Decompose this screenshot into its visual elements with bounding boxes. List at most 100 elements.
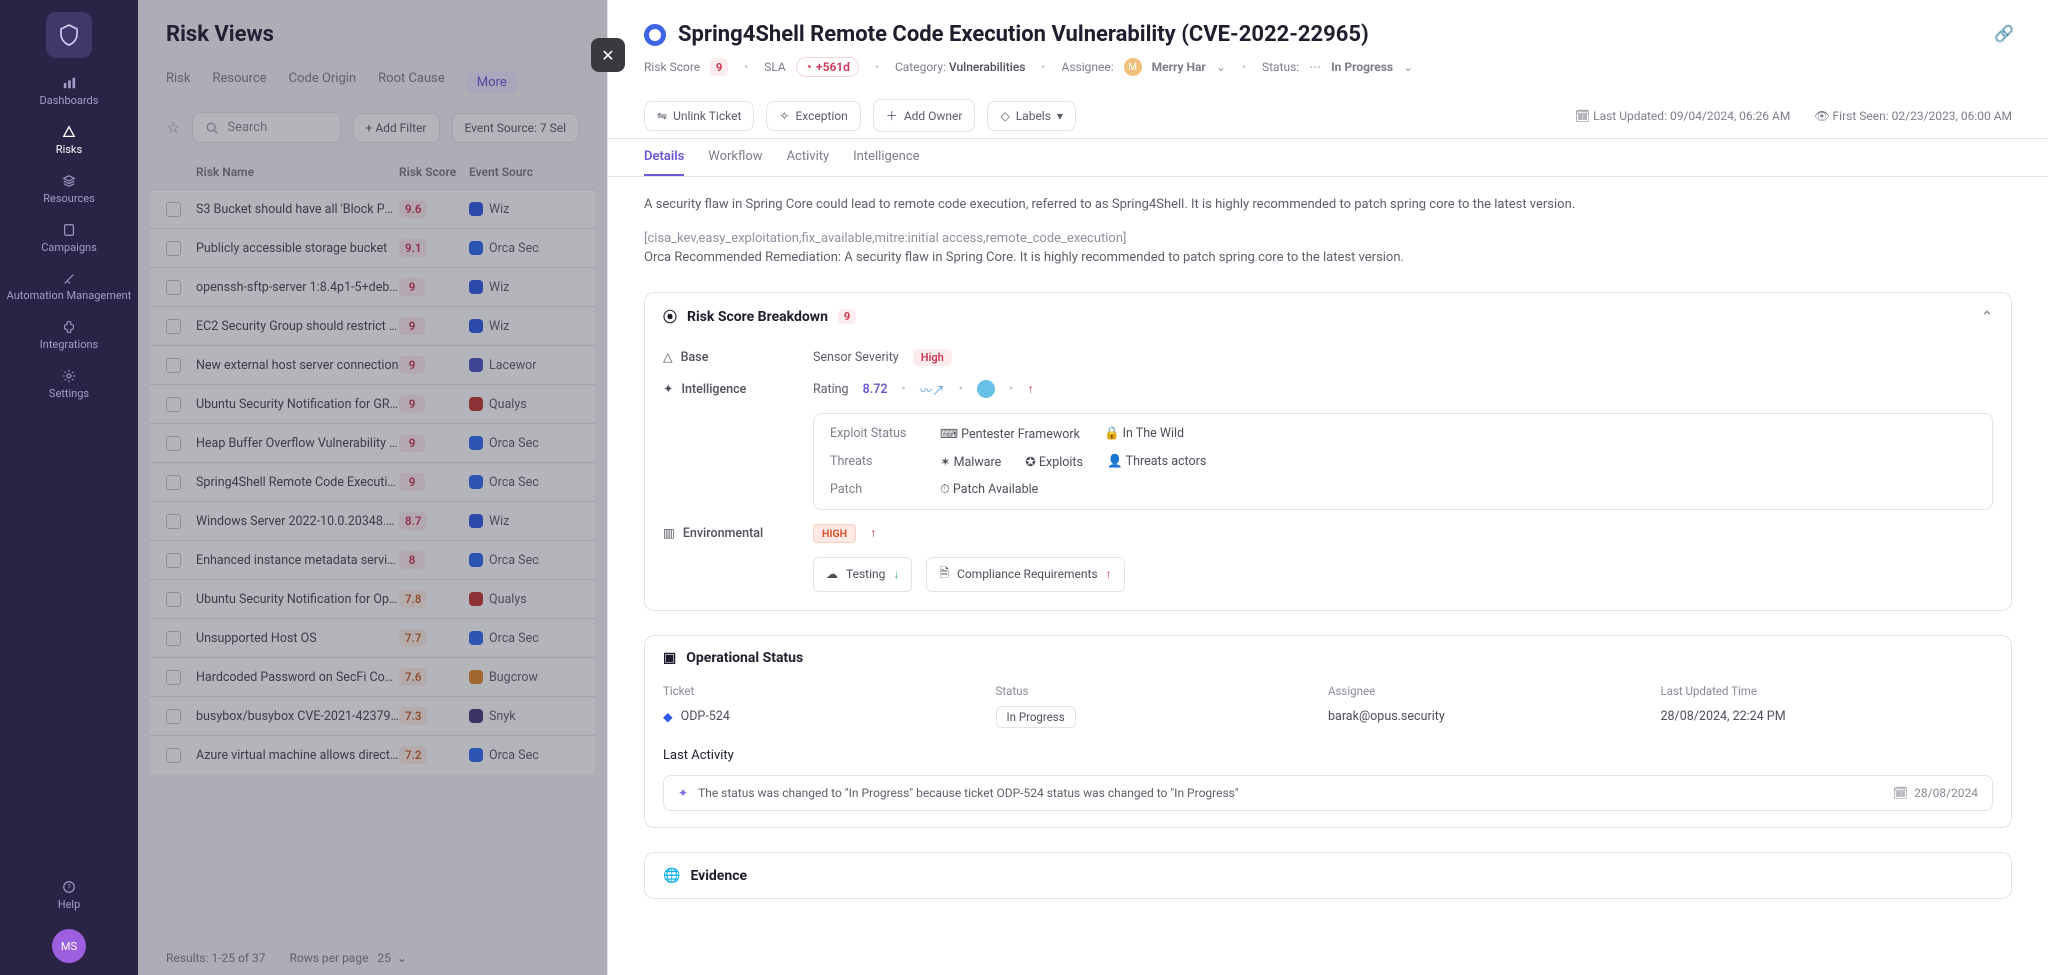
collapse-icon[interactable]: ⌃ bbox=[1981, 309, 1993, 325]
rows-per-page[interactable]: Rows per page 25 ⌄ bbox=[290, 951, 407, 965]
risk-name: openssh-sftp-server 1:8.4p1-5+deb11… bbox=[196, 280, 399, 295]
risk-name: New external host server connection bbox=[196, 358, 399, 373]
table-row[interactable]: EC2 Security Group should restrict SS…9W… bbox=[150, 306, 595, 345]
table-row[interactable]: busybox/busybox CVE-2021-42379 – U…7.3Sn… bbox=[150, 696, 595, 735]
tab-resource[interactable]: Resource bbox=[212, 71, 266, 94]
row-checkbox[interactable] bbox=[166, 202, 181, 217]
subtab-details[interactable]: Details bbox=[644, 149, 684, 176]
risk-name: Ubuntu Security Notification for Open… bbox=[196, 592, 399, 607]
row-checkbox[interactable] bbox=[166, 358, 181, 373]
status-icon: ⋯ bbox=[1309, 60, 1321, 74]
source-icon bbox=[469, 436, 483, 450]
row-checkbox[interactable] bbox=[166, 397, 181, 412]
table-row[interactable]: Ubuntu Security Notification for Open…7.… bbox=[150, 579, 595, 618]
risk-name: Publicly accessible storage bucket bbox=[196, 241, 399, 256]
shield-icon: ✧ bbox=[779, 109, 789, 123]
add-owner-button[interactable]: ＋ Add Owner bbox=[873, 99, 976, 132]
globe-icon: ✦ bbox=[663, 381, 673, 397]
subtab-workflow[interactable]: Workflow bbox=[708, 149, 762, 176]
tab-risk[interactable]: Risk bbox=[166, 71, 190, 94]
labels-button[interactable]: ◇ Labels ▾ bbox=[987, 101, 1075, 131]
nav-dashboards[interactable]: Dashboards bbox=[40, 76, 99, 107]
table-row[interactable]: Spring4Shell Remote Code Execution …9Orc… bbox=[150, 462, 595, 501]
event-source-filter[interactable]: Event Source: 7 Sel bbox=[452, 113, 580, 143]
risk-score-badge: 7.6 bbox=[399, 668, 427, 686]
evidence-card: 🌐 Evidence bbox=[644, 852, 2012, 899]
table-row[interactable]: Ubuntu Security Notification for GRU…9Qu… bbox=[150, 384, 595, 423]
arrow-up-icon: ↑ bbox=[1106, 567, 1112, 581]
nav-settings[interactable]: Settings bbox=[49, 369, 89, 400]
card-title: Evidence bbox=[690, 868, 747, 884]
table-row[interactable]: openssh-sftp-server 1:8.4p1-5+deb11…9Wiz bbox=[150, 267, 595, 306]
risk-score-badge: 7.8 bbox=[399, 590, 427, 608]
cloud-icon: ☁ bbox=[826, 567, 838, 581]
unlink-ticket-button[interactable]: ⇋ Unlink Ticket bbox=[644, 101, 754, 131]
col-risk-score[interactable]: Risk Score bbox=[399, 165, 469, 179]
tab-more[interactable]: More bbox=[467, 71, 517, 94]
ticket-icon: ▣ bbox=[663, 650, 676, 666]
row-checkbox[interactable] bbox=[166, 436, 181, 451]
table-row[interactable]: Hardcoded Password on SecFi Container7.6… bbox=[150, 657, 595, 696]
table-row[interactable]: Unsupported Host OS7.7Orca Sec bbox=[150, 618, 595, 657]
source-icon bbox=[469, 514, 483, 528]
row-checkbox[interactable] bbox=[166, 475, 181, 490]
row-checkbox[interactable] bbox=[166, 748, 181, 763]
chevron-down-icon: ▾ bbox=[1057, 109, 1063, 123]
subtab-activity[interactable]: Activity bbox=[787, 149, 830, 176]
chevron-down-icon[interactable]: ⌄ bbox=[1403, 60, 1413, 74]
nav-label: Integrations bbox=[40, 338, 98, 351]
table-row[interactable]: Heap Buffer Overflow Vulnerability fou…9… bbox=[150, 423, 595, 462]
table-footer: Results: 1-25 of 37 Rows per page 25 ⌄ bbox=[166, 951, 579, 965]
environmental-row-label: ▥ Environmental bbox=[663, 524, 813, 543]
row-checkbox[interactable] bbox=[166, 631, 181, 646]
table-row[interactable]: Enhanced instance metadata service …8Orc… bbox=[150, 540, 595, 579]
table-row[interactable]: Publicly accessible storage bucket9.1Orc… bbox=[150, 228, 595, 267]
nav-risks[interactable]: Risks bbox=[56, 125, 82, 156]
row-checkbox[interactable] bbox=[166, 319, 181, 334]
exception-button[interactable]: ✧ Exception bbox=[766, 101, 860, 131]
user-avatar[interactable]: MS bbox=[52, 929, 86, 963]
col-event-source[interactable]: Event Sourc bbox=[469, 165, 579, 179]
row-checkbox[interactable] bbox=[166, 709, 181, 724]
table-row[interactable]: Windows Server 2022-10.0.20348.124…8.7Wi… bbox=[150, 501, 595, 540]
nav-automation[interactable]: Automation Management bbox=[7, 272, 132, 302]
favorite-icon[interactable]: ☆ bbox=[166, 118, 180, 137]
add-filter-button[interactable]: + Add Filter bbox=[353, 113, 440, 143]
row-checkbox[interactable] bbox=[166, 592, 181, 607]
risk-name: Hardcoded Password on SecFi Container bbox=[196, 670, 399, 685]
ticket-link[interactable]: ◆ ODP-524 bbox=[663, 706, 996, 728]
row-checkbox[interactable] bbox=[166, 670, 181, 685]
base-row-label: △ Base bbox=[663, 349, 813, 366]
nav-resources[interactable]: Resources bbox=[43, 174, 95, 205]
row-checkbox[interactable] bbox=[166, 553, 181, 568]
chevron-down-icon[interactable]: ⌄ bbox=[1216, 60, 1226, 74]
status-value[interactable]: In Progress bbox=[1331, 60, 1393, 74]
app-logo bbox=[46, 12, 92, 58]
source-icon bbox=[469, 592, 483, 606]
row-checkbox[interactable] bbox=[166, 241, 181, 256]
source-icon bbox=[469, 358, 483, 372]
clock-icon: ⏱ bbox=[940, 482, 950, 497]
col-risk-name[interactable]: Risk Name bbox=[196, 165, 399, 179]
close-drawer-button[interactable]: ✕ bbox=[591, 38, 625, 72]
tab-code-origin[interactable]: Code Origin bbox=[289, 71, 356, 94]
nav-integrations[interactable]: Integrations bbox=[40, 320, 98, 351]
tab-root-cause[interactable]: Root Cause bbox=[378, 71, 445, 94]
table-row[interactable]: S3 Bucket should have all 'Block Publi…9… bbox=[150, 189, 595, 228]
search-input[interactable]: Search bbox=[192, 112, 340, 143]
row-checkbox[interactable] bbox=[166, 514, 181, 529]
source-icon bbox=[469, 709, 483, 723]
risk-name: Unsupported Host OS bbox=[196, 631, 399, 646]
table-row[interactable]: Azure virtual machine allows direct pu…7… bbox=[150, 735, 595, 774]
description: A security flaw in Spring Core could lea… bbox=[644, 195, 2012, 268]
event-source: Bugcrow bbox=[469, 670, 579, 685]
assignee-name[interactable]: Merry Har bbox=[1152, 60, 1206, 74]
nav-campaigns[interactable]: Campaigns bbox=[41, 223, 97, 254]
row-checkbox[interactable] bbox=[166, 280, 181, 295]
table-row[interactable]: New external host server connection9Lace… bbox=[150, 345, 595, 384]
permalink-icon[interactable]: 🔗 bbox=[1994, 24, 2014, 43]
risk-score-badge: 7.7 bbox=[399, 629, 427, 647]
nav-help[interactable]: ? Help bbox=[58, 880, 81, 911]
subtab-intelligence[interactable]: Intelligence bbox=[853, 149, 919, 176]
event-source: Orca Sec bbox=[469, 748, 579, 763]
